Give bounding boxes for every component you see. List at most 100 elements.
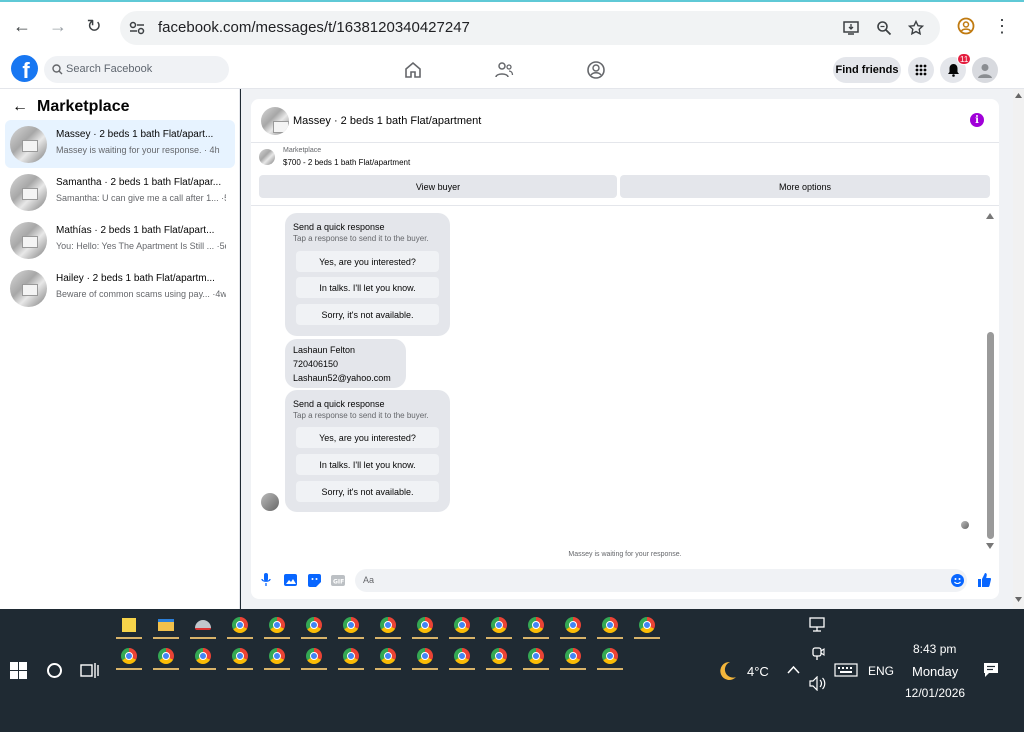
bookmark-star-icon[interactable] (907, 19, 925, 37)
quick-response-in-talks-button[interactable]: In talks. I'll let you know. (296, 277, 439, 298)
windows-start-icon[interactable] (10, 662, 27, 679)
sticker-icon[interactable] (307, 573, 321, 587)
chrome-icon[interactable] (412, 645, 438, 670)
menu-kebab-icon[interactable]: ⋮ (988, 12, 1016, 40)
chrome-icon[interactable] (190, 645, 216, 670)
chrome-icon[interactable] (523, 614, 549, 639)
chrome-icon[interactable] (264, 645, 290, 670)
listing-thumbnail[interactable] (261, 107, 289, 135)
conversation-item-hailey[interactable]: Hailey · 2 beds 1 bath Flat/apartm... Be… (5, 264, 235, 312)
svg-text:GIF: GIF (333, 578, 344, 585)
like-thumb-icon[interactable] (977, 573, 991, 587)
notification-badge: 11 (957, 53, 972, 65)
quick-response-not-available-button[interactable]: Sorry, it's not available. (296, 481, 439, 502)
input-language[interactable]: ENG (868, 664, 894, 678)
chrome-icon[interactable] (227, 645, 253, 670)
menu-grid-icon[interactable] (908, 57, 934, 83)
chrome-icon[interactable] (153, 645, 179, 670)
chrome-icon[interactable] (301, 645, 327, 670)
listing-label: Marketplace (283, 147, 322, 154)
more-options-button[interactable]: More options (620, 175, 990, 198)
chrome-icon[interactable] (523, 645, 549, 670)
weather-moon-icon[interactable] (715, 659, 739, 683)
gif-icon[interactable]: GIF (331, 573, 345, 587)
microphone-icon[interactable] (259, 573, 273, 587)
chrome-icon[interactable] (560, 645, 586, 670)
search-circle-icon[interactable] (46, 662, 63, 679)
quick-response-bubble: Send a quick response Tap a response to … (285, 390, 450, 512)
conversation-sidebar: ← Marketplace Massey · 2 beds 1 bath Fla… (0, 89, 240, 609)
conversation-item-massey[interactable]: Massey · 2 beds 1 bath Flat/apart... Mas… (5, 120, 235, 168)
notification-center-icon[interactable] (983, 662, 999, 678)
reload-icon[interactable]: ↻ (80, 12, 108, 40)
forward-icon[interactable]: → (44, 12, 72, 40)
chrome-icon[interactable] (560, 614, 586, 639)
chrome-icon[interactable] (634, 614, 660, 639)
site-settings-icon[interactable] (128, 19, 146, 37)
quick-response-not-available-button[interactable]: Sorry, it's not available. (296, 304, 439, 325)
chrome-icon[interactable] (375, 645, 401, 670)
weather-temperature[interactable]: 4°C (747, 664, 769, 679)
app-icon[interactable] (190, 614, 216, 639)
account-avatar[interactable] (972, 57, 998, 83)
search-input[interactable]: Search Facebook (44, 56, 229, 83)
task-view-icon[interactable] (80, 662, 99, 679)
volume-icon[interactable] (809, 676, 827, 691)
quick-response-bubble: Send a quick response Tap a response to … (285, 213, 450, 336)
friends-icon[interactable] (494, 60, 514, 80)
chrome-icon[interactable] (338, 645, 364, 670)
chrome-icon[interactable] (375, 614, 401, 639)
quick-response-yes-button[interactable]: Yes, are you interested? (296, 251, 439, 272)
clock-day[interactable]: Monday (912, 664, 958, 679)
show-hidden-icons-chevron-icon[interactable] (787, 665, 800, 674)
conversation-preview: Samantha: U can give me a call after 1..… (56, 193, 226, 203)
chrome-icon[interactable] (227, 614, 253, 639)
page-scroll-up-icon[interactable] (1015, 93, 1022, 98)
divider (251, 205, 999, 206)
network-icon[interactable] (809, 617, 827, 633)
chrome-icon[interactable] (116, 645, 142, 670)
emoji-icon[interactable] (951, 574, 964, 587)
home-icon[interactable] (403, 60, 423, 80)
chrome-icon[interactable] (449, 645, 475, 670)
clock-date[interactable]: 12/01/2026 (905, 686, 965, 700)
profile-icon[interactable] (952, 12, 980, 40)
back-arrow-icon[interactable]: ← (12, 98, 28, 116)
groups-icon[interactable] (586, 60, 606, 80)
message-input[interactable]: Aa (355, 569, 967, 592)
chrome-icon[interactable] (412, 614, 438, 639)
zoom-icon[interactable] (875, 19, 893, 37)
clock-time[interactable]: 8:43 pm (913, 642, 956, 656)
chrome-icon[interactable] (597, 645, 623, 670)
address-bar[interactable]: facebook.com/messages/t/1638120340427247 (120, 11, 940, 45)
chrome-icon[interactable] (486, 614, 512, 639)
photo-icon[interactable] (283, 573, 297, 587)
sticky-notes-icon[interactable] (116, 614, 142, 639)
chrome-icon[interactable] (449, 614, 475, 639)
quick-response-yes-button[interactable]: Yes, are you interested? (296, 427, 439, 448)
chrome-icon[interactable] (597, 614, 623, 639)
listing-thumbnail (10, 270, 47, 307)
view-buyer-button[interactable]: View buyer (259, 175, 617, 198)
chat-title[interactable]: Massey · 2 beds 1 bath Flat/apartment (293, 115, 481, 127)
page-scroll-down-icon[interactable] (1015, 597, 1022, 602)
facebook-logo-icon[interactable]: f (11, 55, 38, 82)
conversation-item-mathias[interactable]: Mathías · 2 beds 1 bath Flat/apart... Yo… (5, 216, 235, 264)
touch-keyboard-icon[interactable] (834, 663, 858, 677)
scroll-up-icon[interactable] (986, 213, 994, 219)
page-scrollbar[interactable] (1013, 89, 1024, 609)
install-app-icon[interactable] (842, 19, 860, 37)
chrome-icon[interactable] (338, 614, 364, 639)
scroll-down-icon[interactable] (986, 543, 994, 549)
chrome-icon[interactable] (264, 614, 290, 639)
file-explorer-icon[interactable] (153, 614, 179, 639)
conversation-item-samantha[interactable]: Samantha · 2 beds 1 bath Flat/apar... Sa… (5, 168, 235, 216)
find-friends-button[interactable]: Find friends (833, 57, 901, 83)
chat-scroll-thumb[interactable] (987, 332, 994, 539)
back-icon[interactable]: ← (8, 12, 36, 40)
meet-now-icon[interactable] (811, 646, 825, 662)
quick-response-in-talks-button[interactable]: In talks. I'll let you know. (296, 454, 439, 475)
info-icon[interactable]: i (970, 113, 984, 127)
chrome-icon[interactable] (301, 614, 327, 639)
chrome-icon[interactable] (486, 645, 512, 670)
